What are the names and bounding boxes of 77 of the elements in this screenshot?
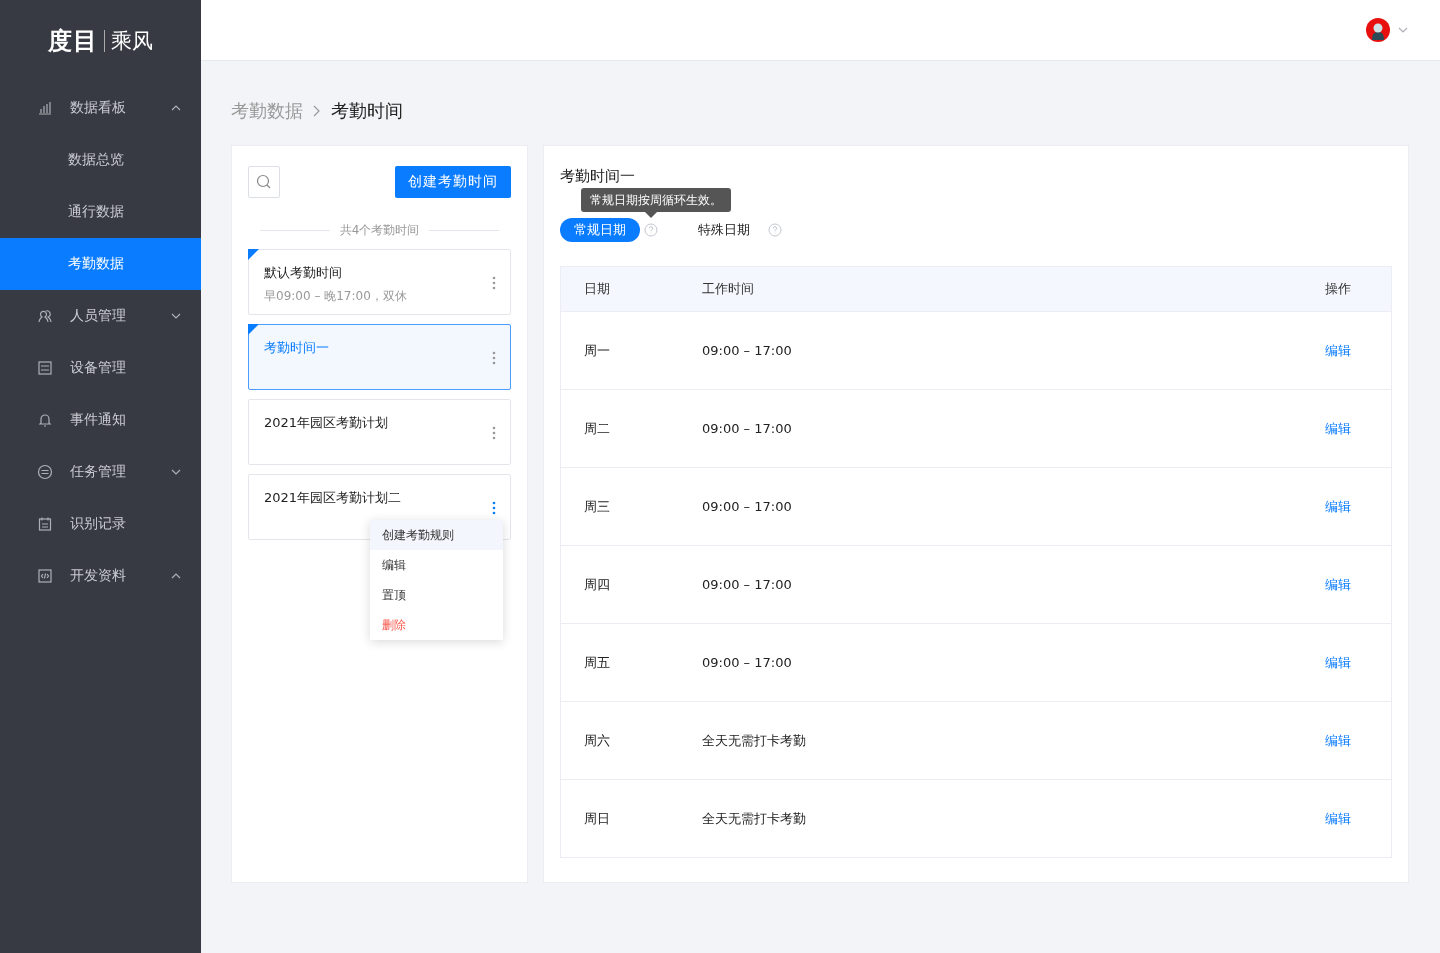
people-icon (37, 308, 53, 324)
tooltip-pointer-icon (645, 212, 657, 218)
plan-title: 2021年园区考勤计划 (264, 414, 390, 432)
table-cell-text: 09:00 – 17:00 (702, 343, 793, 358)
search-icon (256, 174, 272, 190)
chevron-icon (171, 105, 181, 111)
column-header: 日期 (584, 280, 611, 298)
more-icon[interactable] (492, 501, 496, 515)
sidebar-item[interactable]: 设备管理 (0, 342, 201, 394)
sidebar-item[interactable]: 开发资料 (0, 550, 201, 602)
edit-link[interactable]: 编辑 (1325, 497, 1391, 516)
sidebar-subitem[interactable]: 考勤数据 (0, 238, 201, 290)
table-cell-text: 周日 (584, 809, 611, 828)
table-cell-text: 09:00 – 17:00 (702, 499, 793, 514)
chevron-icon (1398, 27, 1408, 33)
table-cell-text: 全天无需打卡考勤 (702, 809, 807, 828)
edit-link[interactable]: 编辑 (1325, 575, 1391, 594)
table-cell-text: 周一 (584, 341, 611, 360)
plan-title: 默认考勤时间 (264, 264, 343, 282)
plan-card[interactable]: 考勤时间一 (248, 324, 511, 390)
sidebar-item[interactable]: 任务管理 (0, 446, 201, 498)
sidebar-item[interactable]: 数据看板 (0, 82, 201, 134)
logo-brand: 度目 (48, 26, 98, 57)
plan-count: 共4个考勤时间 (339, 222, 420, 239)
sidebar-item[interactable]: 人员管理 (0, 290, 201, 342)
sidebar-item[interactable]: 事件通知 (0, 394, 201, 446)
avatar[interactable] (1366, 18, 1390, 42)
plan-title: 2021年园区考勤计划二 (264, 489, 403, 507)
plan-title: 考勤时间一 (264, 339, 330, 357)
chevron-icon (171, 469, 181, 475)
table-cell-text: 全天无需打卡考勤 (702, 731, 807, 750)
table-cell-text: 09:00 – 17:00 (702, 577, 793, 592)
table-cell-text: 周四 (584, 575, 611, 594)
tab[interactable]: 常规日期 (560, 218, 640, 242)
detail-title: 考勤时间一 (560, 166, 635, 186)
chevron-right-icon (313, 105, 321, 117)
table-cell-text: 09:00 – 17:00 (702, 655, 793, 670)
plan-subtitle: 早09:00 – 晚17:00，双休 (264, 288, 408, 305)
more-icon[interactable] (492, 351, 496, 365)
table-cell-text: 周六 (584, 731, 611, 750)
calendar-icon (37, 516, 53, 532)
code-icon (37, 568, 53, 584)
plan-card[interactable]: 2021年园区考勤计划 (248, 399, 511, 465)
column-header: 工作时间 (702, 280, 755, 298)
edit-link[interactable]: 编辑 (1325, 653, 1391, 672)
sidebar-item[interactable]: 识别记录 (0, 498, 201, 550)
edit-link[interactable]: 编辑 (1325, 341, 1391, 360)
menu-item[interactable]: 删除 (370, 610, 503, 640)
edit-link[interactable]: 编辑 (1325, 809, 1391, 828)
swap-icon (37, 464, 53, 480)
column-header: 操作 (1325, 280, 1352, 298)
table-cell-text: 周三 (584, 497, 611, 516)
menu-item[interactable]: 编辑 (370, 550, 503, 580)
table-cell-text: 09:00 – 17:00 (702, 421, 793, 436)
sidebar-subitem[interactable]: 通行数据 (0, 186, 201, 238)
sliders-icon (37, 360, 53, 376)
create-button[interactable]: 创建考勤时间 (395, 166, 511, 198)
chevron-icon (171, 573, 181, 579)
search-button[interactable] (248, 166, 280, 198)
bell-icon (37, 412, 53, 428)
help-icon[interactable] (644, 223, 658, 237)
menu-item[interactable]: 创建考勤规则 (370, 520, 503, 550)
edit-link[interactable]: 编辑 (1325, 419, 1391, 438)
table-cell-text: 周五 (584, 653, 611, 672)
table-cell-text: 周二 (584, 419, 611, 438)
edit-link[interactable]: 编辑 (1325, 731, 1391, 750)
tab[interactable]: 特殊日期 (684, 218, 764, 242)
chevron-icon (171, 313, 181, 319)
help-icon[interactable] (768, 223, 782, 237)
plan-card[interactable]: 默认考勤时间 早09:00 – 晚17:00，双休 (248, 249, 511, 315)
logo-product: 乘风 (111, 28, 153, 55)
sidebar-subitem[interactable]: 数据总览 (0, 134, 201, 186)
bar-chart-icon (37, 100, 53, 116)
menu-item[interactable]: 置顶 (370, 580, 503, 610)
more-icon[interactable] (492, 276, 496, 290)
breadcrumb-item: 考勤时间 (331, 99, 403, 123)
more-icon[interactable] (492, 426, 496, 440)
